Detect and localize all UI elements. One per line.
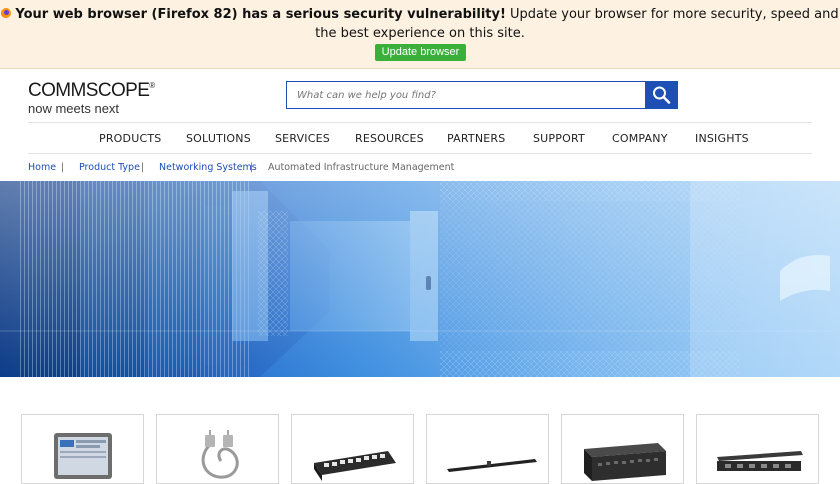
logo-wordmark: COMMSCOPE [28, 80, 150, 101]
update-browser-button[interactable]: Update browser [375, 44, 466, 61]
product-card[interactable] [696, 414, 819, 484]
product-card[interactable] [291, 414, 414, 484]
hero-image [0, 181, 840, 377]
cable-assembly-image [201, 430, 239, 479]
nav-item-support[interactable]: SUPPORT [533, 132, 585, 145]
breadcrumb-current-page: Automated Infrastructure Management [268, 162, 455, 173]
nav-divider [28, 153, 812, 154]
banner-bold-text: Your web browser (Firefox 82) has a seri… [15, 7, 506, 22]
search-bar [286, 81, 678, 109]
product-card[interactable] [561, 414, 684, 484]
nav-item-services[interactable]: SERVICES [275, 132, 330, 145]
banner-message: Your web browser (Firefox 82) has a seri… [0, 0, 840, 43]
browser-warning-banner: Your web browser (Firefox 82) has a seri… [0, 0, 840, 69]
product-card[interactable] [156, 414, 279, 484]
nav-item-partners[interactable]: PARTNERS [447, 132, 505, 145]
patch-panel-image [314, 451, 396, 481]
search-icon [653, 86, 671, 104]
data-center-illustration [0, 181, 840, 377]
search-input[interactable] [287, 82, 646, 108]
header-divider [28, 122, 812, 123]
rack-unit-image [584, 443, 666, 481]
commscope-logo[interactable]: COMMSCOPE® now meets next [28, 76, 158, 117]
breadcrumb-networking-systems[interactable]: Networking Systems [159, 162, 257, 173]
nav-item-insights[interactable]: INSIGHTS [695, 132, 749, 145]
panel-bracket-image [717, 451, 803, 471]
breadcrumb-product-type[interactable]: Product Type [79, 162, 140, 173]
search-button[interactable] [645, 81, 678, 109]
main-nav: PRODUCTS SOLUTIONS SERVICES RESOURCES PA… [0, 124, 840, 154]
nav-item-resources[interactable]: RESOURCES [355, 132, 424, 145]
nav-item-solutions[interactable]: SOLUTIONS [186, 132, 251, 145]
product-card[interactable] [21, 414, 144, 484]
breadcrumb-separator: | [250, 162, 254, 173]
nav-item-company[interactable]: COMPANY [612, 132, 668, 145]
touchscreen-controller-image [54, 433, 112, 479]
logo-tagline: now meets next [28, 101, 120, 116]
nav-item-products[interactable]: PRODUCTS [99, 132, 161, 145]
breadcrumb-separator: | [61, 162, 65, 173]
breadcrumb-home[interactable]: Home [28, 162, 56, 173]
logo-registered-mark: ® [149, 81, 155, 90]
sensor-strip-image [447, 459, 537, 472]
firefox-icon [1, 8, 12, 18]
breadcrumb-separator: | [141, 162, 145, 173]
product-card[interactable] [426, 414, 549, 484]
